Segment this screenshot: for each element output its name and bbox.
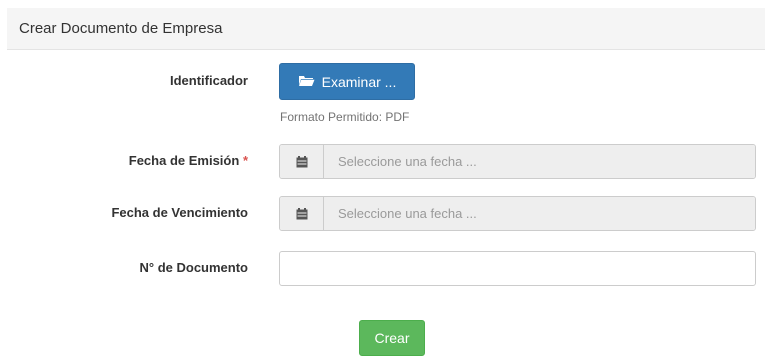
panel-title: Crear Documento de Empresa — [19, 20, 223, 37]
folder-open-icon — [298, 74, 315, 90]
fecha-vencimiento-input-group — [279, 196, 756, 231]
fecha-vencimiento-label: Fecha de Vencimiento — [111, 205, 248, 220]
browse-file-button-label: Examinar ... — [321, 73, 397, 90]
fecha-emision-row: Fecha de Emisión * — [7, 144, 765, 179]
fecha-vencimiento-input[interactable] — [324, 197, 755, 230]
numero-documento-label: N° de Documento — [139, 260, 248, 275]
numero-documento-row: N° de Documento — [7, 251, 765, 286]
fecha-emision-input-group — [279, 144, 756, 179]
calendar-icon[interactable] — [280, 197, 324, 230]
identificador-label: Identificador — [169, 73, 248, 88]
required-mark: * — [242, 153, 248, 168]
fecha-emision-input[interactable] — [324, 145, 755, 178]
panel-heading: Crear Documento de Empresa — [7, 8, 765, 50]
fecha-emision-label: Fecha de Emisión * — [129, 153, 248, 168]
calendar-icon[interactable] — [280, 145, 324, 178]
identificador-row: Identificador Examinar ... Formato Permi… — [7, 63, 765, 133]
fecha-emision-label-text: Fecha de Emisión — [128, 153, 240, 168]
file-format-help: Formato Permitido: PDF — [280, 110, 410, 124]
numero-documento-input[interactable] — [279, 251, 756, 286]
browse-file-button[interactable]: Examinar ... — [279, 63, 415, 100]
create-document-panel: Crear Documento de Empresa Identificador… — [7, 8, 765, 356]
fecha-vencimiento-row: Fecha de Vencimiento — [7, 196, 765, 231]
